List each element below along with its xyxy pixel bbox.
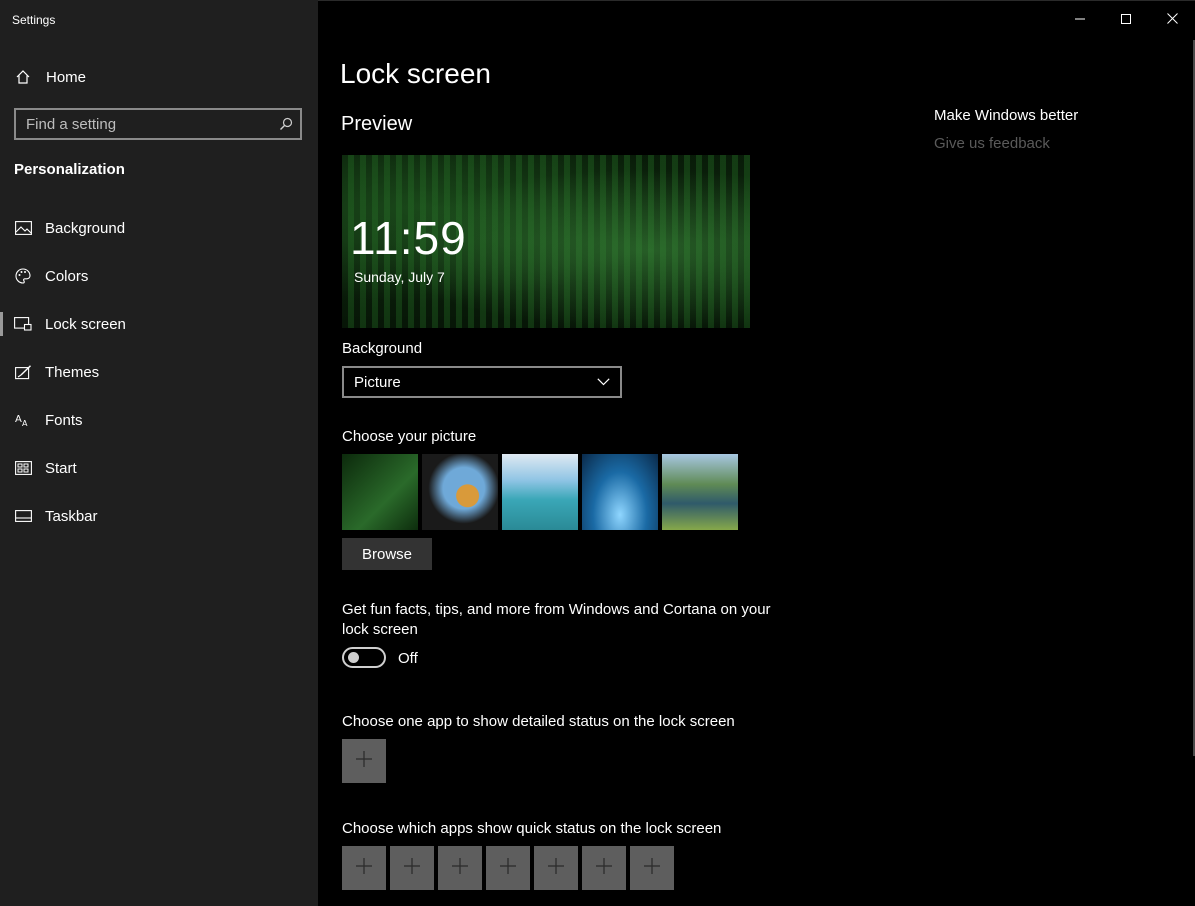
plus-icon [452, 857, 468, 879]
plus-icon [596, 857, 612, 879]
picture-thumbnail[interactable] [502, 454, 578, 530]
section-title: Personalization [14, 161, 125, 178]
preview-heading: Preview [341, 113, 413, 135]
sidebar-item-label: Fonts [45, 411, 83, 429]
close-button[interactable] [1149, 0, 1195, 40]
picture-thumbnails [342, 454, 738, 530]
fonts-icon: AA [14, 411, 32, 429]
preview-date: Sunday, July 7 [354, 269, 445, 285]
funfacts-toggle-state: Off [398, 650, 418, 667]
add-app-button[interactable] [582, 846, 626, 890]
background-label: Background [342, 340, 423, 357]
funfacts-toggle[interactable] [342, 647, 386, 668]
page-title: Lock screen [340, 58, 491, 89]
plus-icon [548, 857, 564, 879]
quick-status-slots [342, 846, 674, 890]
sidebar-item-label: Background [45, 219, 126, 237]
background-dropdown-value: Picture [354, 373, 401, 391]
minimize-icon [1075, 11, 1085, 29]
sidebar-item-label: Taskbar [45, 507, 98, 525]
picture-thumbnail[interactable] [422, 454, 498, 530]
plus-icon [644, 857, 660, 879]
sidebar-item-label: Colors [45, 267, 89, 285]
chevron-down-icon [597, 373, 610, 391]
sidebar: Settings Home Personalization Background… [0, 0, 318, 906]
toggle-knob [348, 652, 359, 663]
app-title: Settings [12, 13, 56, 27]
sidebar-item-lock-screen[interactable]: Lock screen [0, 300, 318, 348]
svg-text:A: A [22, 419, 28, 427]
picture-thumbnail[interactable] [582, 454, 658, 530]
add-app-button[interactable] [534, 846, 578, 890]
plus-icon [500, 857, 516, 879]
close-icon [1166, 11, 1178, 29]
lock-screen-preview: 11:59 Sunday, July 7 [342, 155, 750, 328]
nav-list: Background Colors Lock screen Themes AA … [0, 204, 318, 540]
funfacts-label: Get fun facts, tips, and more from Windo… [342, 601, 771, 638]
taskbar-icon [14, 507, 32, 525]
search-icon[interactable] [272, 110, 300, 138]
give-feedback-link[interactable]: Give us feedback [934, 135, 1050, 152]
background-dropdown[interactable]: Picture [342, 366, 622, 398]
add-app-button[interactable] [342, 739, 386, 783]
sidebar-item-background[interactable]: Background [0, 204, 318, 252]
add-app-button[interactable] [486, 846, 530, 890]
quick-status-label: Choose which apps show quick status on t… [342, 820, 722, 837]
palette-icon [14, 267, 32, 285]
detailed-status-slot [342, 739, 386, 783]
search-box[interactable] [14, 108, 302, 140]
nav-home[interactable]: Home [0, 60, 318, 94]
sidebar-item-label: Lock screen [45, 315, 126, 333]
sidebar-item-themes[interactable]: Themes [0, 348, 318, 396]
detailed-status-label: Choose one app to show detailed status o… [342, 713, 735, 730]
preview-clock: 11:59 [350, 212, 467, 264]
maximize-icon [1121, 11, 1131, 29]
lock-screen-icon [14, 315, 32, 333]
svg-text:A: A [15, 414, 22, 425]
minimize-button[interactable] [1057, 0, 1103, 40]
add-app-button[interactable] [390, 846, 434, 890]
sidebar-item-label: Themes [45, 363, 100, 381]
maximize-button[interactable] [1103, 0, 1149, 40]
nav-home-label: Home [46, 68, 87, 86]
add-app-button[interactable] [342, 846, 386, 890]
sidebar-item-label: Start [45, 459, 77, 477]
picture-thumbnail[interactable] [662, 454, 738, 530]
sidebar-item-fonts[interactable]: AA Fonts [0, 396, 318, 444]
add-app-button[interactable] [438, 846, 482, 890]
picture-thumbnail[interactable] [342, 454, 418, 530]
plus-icon [356, 857, 372, 879]
choose-picture-label: Choose your picture [342, 428, 477, 445]
add-app-button[interactable] [630, 846, 674, 890]
plus-icon [404, 857, 420, 879]
start-icon [14, 459, 32, 477]
browse-button[interactable]: Browse [342, 538, 432, 570]
sidebar-item-colors[interactable]: Colors [0, 252, 318, 300]
search-input[interactable] [16, 110, 272, 138]
sidebar-item-start[interactable]: Start [0, 444, 318, 492]
window-controls [1057, 0, 1195, 40]
plus-icon [356, 750, 372, 772]
themes-icon [14, 363, 32, 381]
picture-icon [14, 219, 32, 237]
sidebar-item-taskbar[interactable]: Taskbar [0, 492, 318, 540]
make-windows-better-heading: Make Windows better [934, 107, 1079, 124]
home-icon [14, 68, 32, 86]
